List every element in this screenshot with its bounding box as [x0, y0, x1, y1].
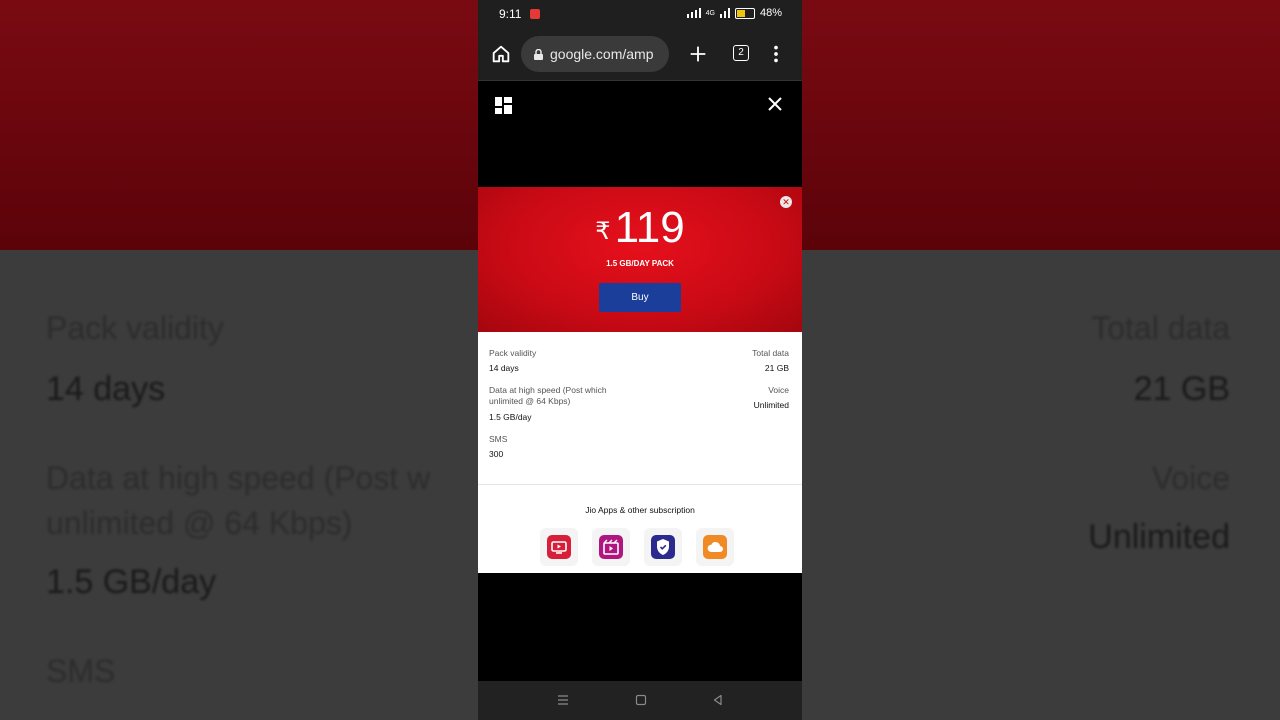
plan-price: ₹119	[478, 203, 802, 253]
pack-validity-value: 14 days	[489, 363, 519, 373]
price-amount: 119	[614, 203, 685, 252]
apps-row	[540, 528, 740, 566]
grid-icon[interactable]	[495, 97, 512, 114]
plan-details: Pack validity 14 days Total data 21 GB D…	[478, 332, 802, 484]
buy-button[interactable]: Buy	[599, 283, 681, 312]
jiocinema-icon	[599, 535, 623, 559]
total-data-label: Total data	[752, 348, 789, 358]
url-bar[interactable]: google.com/amp	[521, 36, 669, 72]
voice-label: Voice	[768, 385, 789, 395]
status-time: 9:11	[499, 7, 522, 21]
app-tile-jiotv[interactable]	[540, 528, 578, 566]
bg-voice-value: Unlimited	[1088, 518, 1230, 556]
sms-value: 300	[489, 449, 504, 459]
phone-screen: 9:11 4G 48% google.com/amp 2 ✕ ₹119 1.5	[478, 0, 802, 720]
bg-pack-validity-label: Pack validity	[46, 310, 224, 346]
pack-validity-label: Pack validity	[489, 348, 537, 358]
bg-data-speed-value: 1.5 GB/day	[46, 563, 217, 601]
jiocloud-icon	[703, 535, 727, 559]
recents-icon[interactable]	[557, 694, 569, 706]
screen-record-icon	[530, 9, 540, 19]
jiosecurity-icon	[651, 535, 675, 559]
bg-voice-label: Voice	[1151, 460, 1230, 496]
data-speed-value: 1.5 GB/day	[489, 412, 532, 422]
browser-toolbar: google.com/amp 2	[478, 28, 802, 81]
bg-data-speed-line1: Data at high speed (Post w	[46, 460, 431, 496]
tab-switcher-button[interactable]: 2	[733, 45, 749, 61]
new-tab-icon[interactable]	[687, 43, 709, 65]
bg-total-data-label: Total data	[1091, 310, 1230, 346]
data-speed-label-line2: unlimited @ 64 Kbps)	[489, 396, 571, 406]
more-options-icon[interactable]	[765, 43, 787, 65]
app-tile-jiocinema[interactable]	[592, 528, 630, 566]
amp-header	[478, 81, 802, 187]
battery-percent: 48%	[759, 7, 782, 19]
back-icon[interactable]	[712, 694, 724, 706]
plan-header: ✕ ₹119 1.5 GB/DAY PACK Buy	[478, 187, 802, 332]
bg-data-speed-line2: unlimited @ 64 Kbps)	[46, 505, 353, 541]
close-icon[interactable]	[768, 97, 782, 111]
signal-icon	[686, 8, 701, 18]
apps-title: Jio Apps & other subscription	[585, 505, 695, 515]
status-bar: 9:11 4G 48%	[478, 0, 802, 28]
lock-icon	[534, 48, 543, 60]
home-icon[interactable]	[490, 43, 512, 65]
app-tile-jiosecurity[interactable]	[644, 528, 682, 566]
network-type: 4G	[705, 9, 715, 17]
jiotv-icon	[547, 535, 571, 559]
bg-total-data-value: 21 GB	[1133, 370, 1230, 408]
divider	[478, 484, 802, 485]
plan-card: ✕ ₹119 1.5 GB/DAY PACK Buy Pack validity…	[478, 187, 802, 573]
sms-label: SMS	[489, 434, 508, 444]
pack-name: 1.5 GB/DAY PACK	[606, 259, 674, 268]
status-indicators: 4G 48%	[686, 7, 782, 19]
data-speed-label-line1: Data at high speed (Post which	[489, 385, 607, 395]
android-nav-bar	[478, 681, 802, 720]
bg-pack-validity-value: 14 days	[46, 370, 166, 408]
total-data-value: 21 GB	[764, 363, 789, 373]
url-text: google.com/amp	[550, 46, 654, 62]
app-tile-jiocloud[interactable]	[696, 528, 734, 566]
currency-symbol: ₹	[595, 218, 611, 245]
signal-icon-2	[719, 8, 730, 18]
voice-value: Unlimited	[753, 400, 789, 410]
battery-icon	[734, 7, 755, 19]
home-nav-icon[interactable]	[635, 694, 647, 706]
bg-sms-label: SMS	[46, 653, 116, 689]
